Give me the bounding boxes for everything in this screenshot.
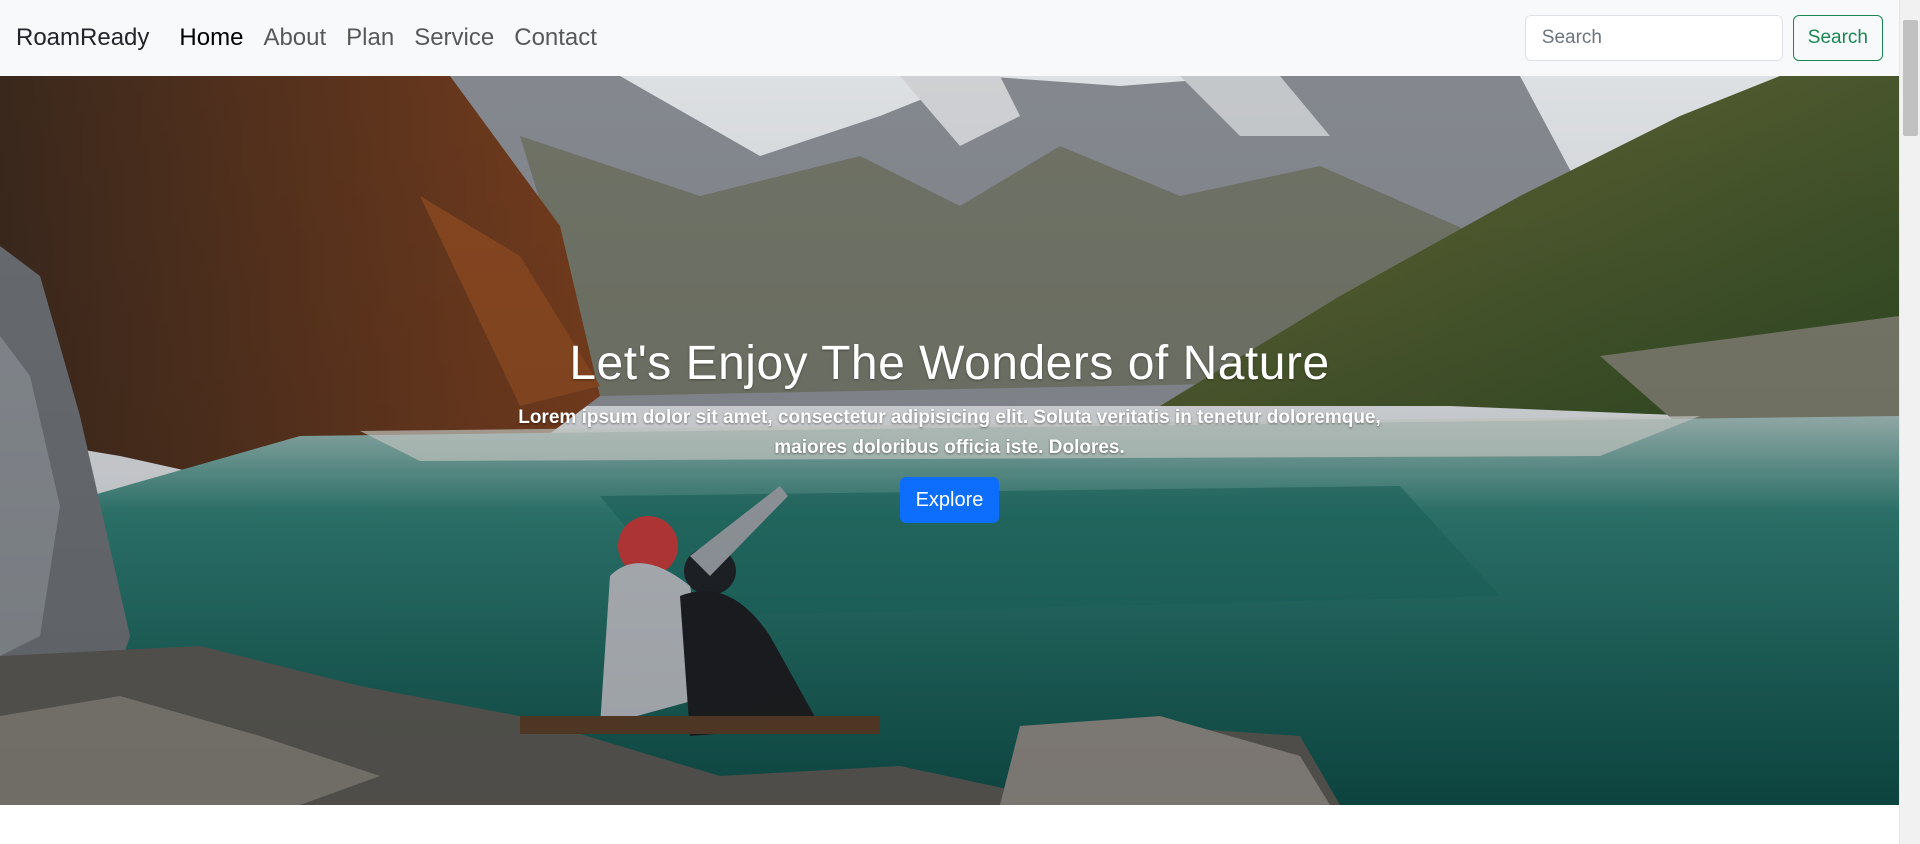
nav-link-home[interactable]: Home [179,24,243,52]
nav-links: Home About Plan Service Contact [179,24,597,52]
hero-content: Let's Enjoy The Wonders of Nature Lorem … [0,336,1899,523]
search-form: Search [1524,15,1883,61]
nav-link-contact[interactable]: Contact [514,24,597,52]
explore-button[interactable]: Explore [899,477,1000,523]
hero-section: Let's Enjoy The Wonders of Nature Lorem … [0,76,1899,805]
brand-link[interactable]: RoamReady [16,24,149,52]
nav-link-plan[interactable]: Plan [346,24,394,52]
page-scrollbar[interactable] [1899,0,1920,844]
scrollbar-thumb[interactable] [1903,20,1918,136]
navbar: RoamReady Home About Plan Service Contac… [0,0,1899,76]
hero-subtitle: Lorem ipsum dolor sit amet, consectetur … [518,407,1381,458]
nav-link-service[interactable]: Service [414,24,494,52]
hero-title: Let's Enjoy The Wonders of Nature [569,337,1330,390]
nav-link-about[interactable]: About [263,24,326,52]
search-input[interactable] [1524,15,1783,61]
search-button[interactable]: Search [1792,15,1883,61]
